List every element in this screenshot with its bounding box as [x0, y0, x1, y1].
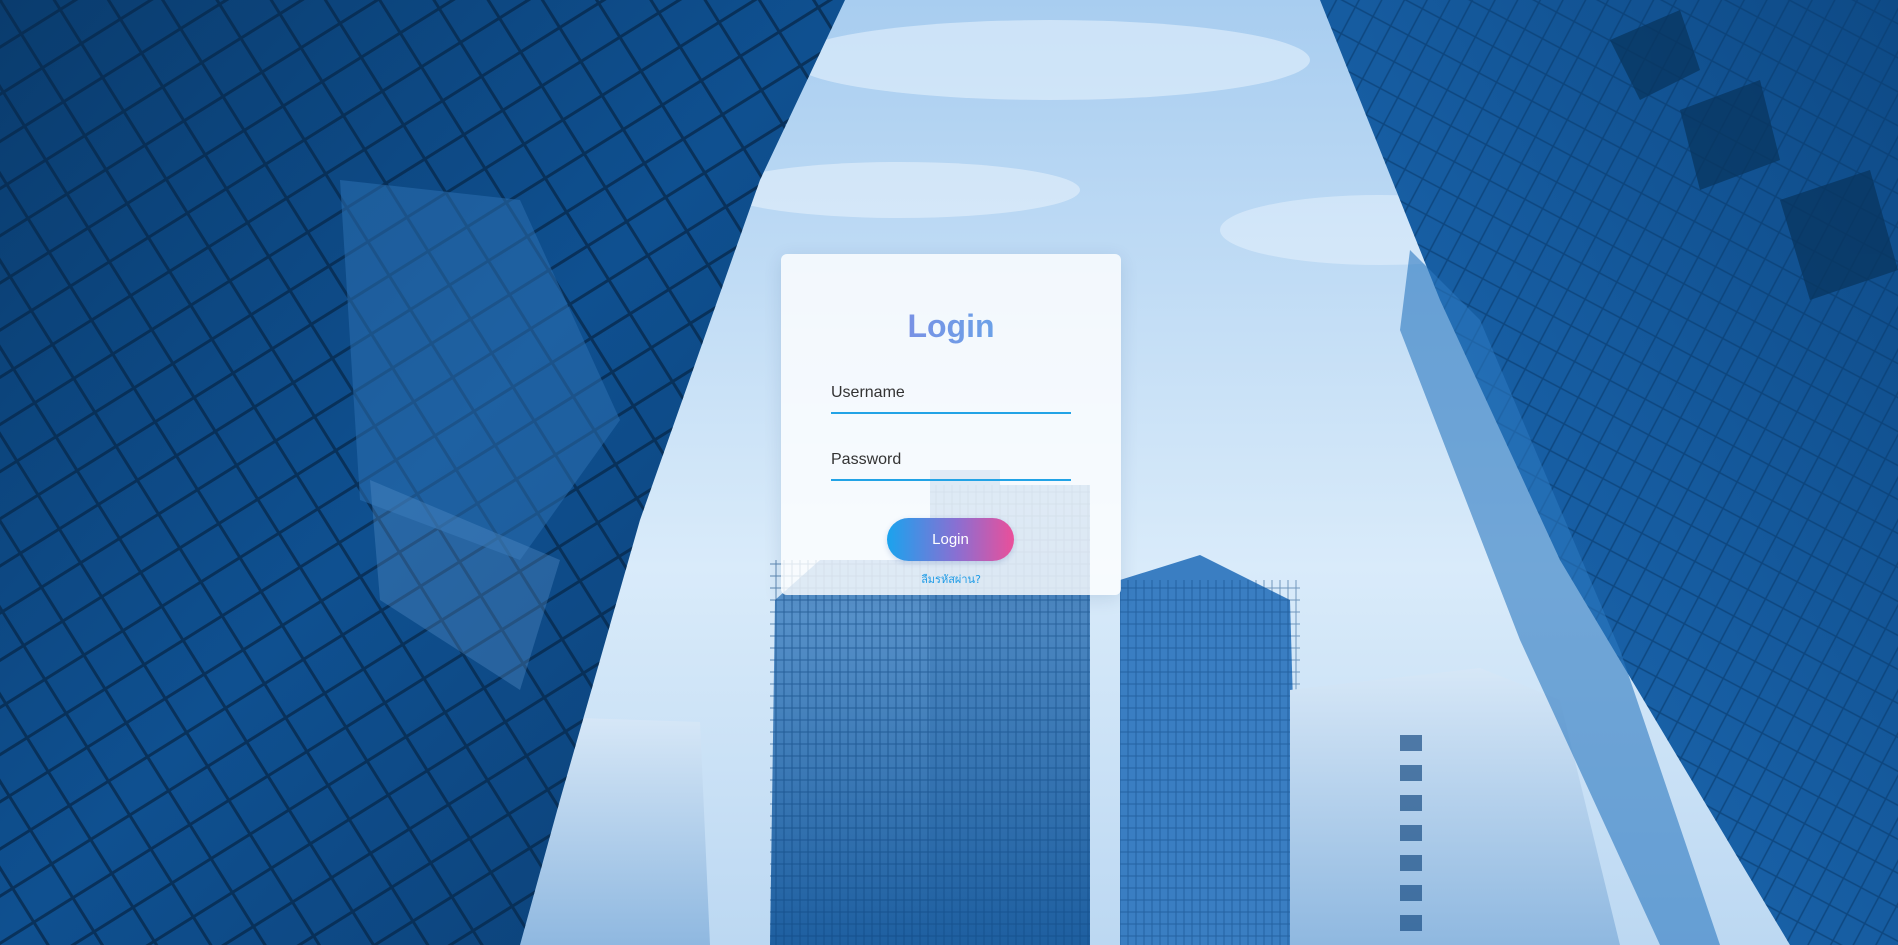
password-field — [831, 443, 1071, 481]
login-card: Login Login ลืมรหัสผ่าน? — [781, 254, 1121, 595]
password-input[interactable] — [831, 443, 1071, 477]
forgot-password-link[interactable]: ลืมรหัสผ่าน? — [781, 570, 1121, 588]
login-button[interactable]: Login — [887, 518, 1014, 561]
username-input[interactable] — [831, 376, 1071, 410]
username-field — [831, 376, 1071, 414]
login-title: Login — [781, 304, 1121, 348]
login-page: Login Login ลืมรหัสผ่าน? — [0, 0, 1898, 945]
